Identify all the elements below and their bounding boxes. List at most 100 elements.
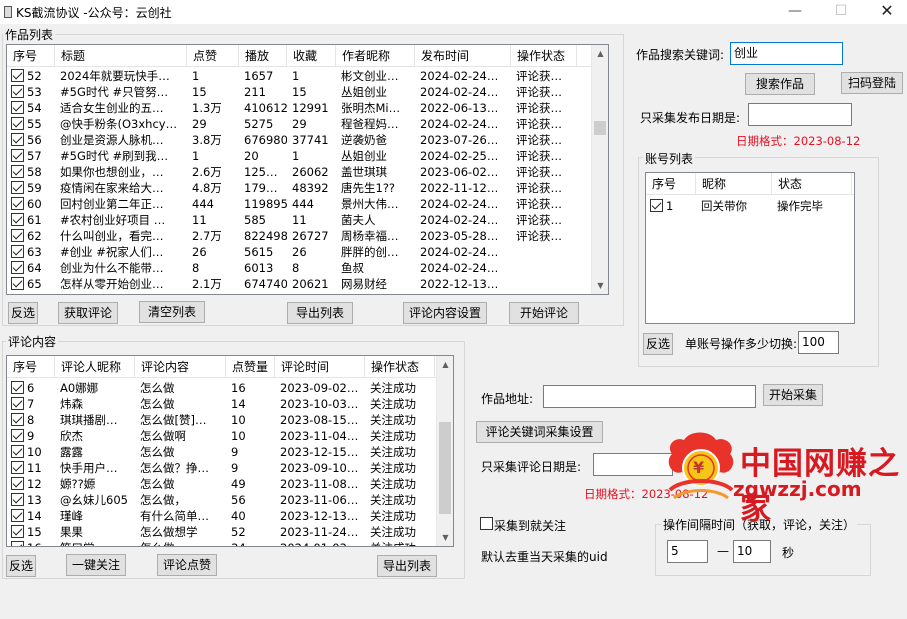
works-list[interactable]: 序号 标题 点赞 播放 收藏 作者昵称 发布时间 操作状态 52 2024年就要玩快手… 1 165… xyxy=(6,44,609,295)
comment-row[interactable]: 15 果果 怎么做想学 52 2023-11-24… 关注成功 xyxy=(7,524,435,540)
cell-评论内容: 怎么做 xyxy=(140,445,175,459)
column-header[interactable]: 作者昵称 xyxy=(336,45,415,67)
cell-评论人昵称: 炜森 xyxy=(60,397,83,411)
works-vertical-scrollbar[interactable]: ▲ ▼ xyxy=(591,45,608,294)
column-header[interactable]: 评论内容 xyxy=(135,356,226,378)
work-row[interactable]: 57 #5G时代 #刷到我… 1 20 1 丛姐创业 2024-02-25… 评论获… xyxy=(7,148,577,164)
column-header[interactable]: 点赞量 xyxy=(226,356,275,378)
comment-row[interactable]: 11 快手用户… 怎么做？挣… 9 2023-09-10… 关注成功 xyxy=(7,460,435,476)
scroll-up-arrow-icon[interactable]: ▲ xyxy=(592,45,608,62)
column-header[interactable]: 播放 xyxy=(239,45,287,67)
works-export-button[interactable]: 导出列表 xyxy=(287,302,353,324)
cell-点赞: 2.6万 xyxy=(192,165,222,179)
comment-row[interactable]: 16笑口常…怎么做342024-01-03…关注成功 xyxy=(7,540,435,546)
work-row[interactable]: 62 什么叫创业，看完… 2.7万 822498 26727 周杨幸福… 2023-05-2… xyxy=(7,228,577,244)
comment-row[interactable]: 13 @幺妹儿605 怎么做， 56 2023-11-06… 关注成功 xyxy=(7,492,435,508)
cell-评论时间: 2023-12-13… xyxy=(280,509,359,523)
column-header[interactable]: 昵称 xyxy=(696,173,772,195)
comment-date-input[interactable] xyxy=(593,453,673,476)
follow-on-collect-checkbox[interactable] xyxy=(480,517,493,530)
cell-播放: 822498 xyxy=(244,229,287,243)
cell-评论时间: 2024-01-03… xyxy=(275,540,365,546)
work-row[interactable]: 54 适合女生创业的五… 1.3万 410612 12991 张明杰Mi… 2022-06-… xyxy=(7,100,577,116)
work-row[interactable]: 63 #创业 #祝家人们… 26 5615 26 胖胖的创… 2024-02-24… xyxy=(7,244,577,260)
account-row[interactable]: 1 回关带你 操作完毕 xyxy=(646,198,852,214)
column-header[interactable]: 操作状态 xyxy=(365,356,435,378)
column-header[interactable]: 标题 xyxy=(55,45,187,67)
clear-list-button[interactable]: 清空列表 xyxy=(139,301,205,323)
get-comments-button[interactable]: 获取评论 xyxy=(58,302,118,324)
comment-row[interactable]: 7 炜森 怎么做 14 2023-10-03… 关注成功 xyxy=(7,396,435,412)
scan-login-button[interactable]: 扫码登陆 xyxy=(841,72,903,94)
cell-标题: 怎样从零开始创业… xyxy=(60,277,164,291)
interval-from-input[interactable]: 5 xyxy=(667,540,708,563)
column-header[interactable]: 发布时间 xyxy=(415,45,511,67)
scroll-down-arrow-icon[interactable]: ▼ xyxy=(592,277,608,294)
like-comments-button[interactable]: 评论点赞 xyxy=(157,554,217,576)
cell-点赞量: 14 xyxy=(231,397,246,411)
cell-评论内容: 怎么做 xyxy=(140,477,175,491)
scroll-thumb[interactable] xyxy=(594,121,606,135)
comment-row[interactable]: 12 嫄??嫄 怎么做 49 2023-11-08… 关注成功 xyxy=(7,476,435,492)
comment-row[interactable]: 8 琪琪播剧… 怎么做[赞]… 10 2023-08-15… 关注成功 xyxy=(7,412,435,428)
cell-点赞量: 16 xyxy=(231,381,246,395)
accounts-invert-button[interactable]: 反选 xyxy=(643,333,673,355)
publish-date-input[interactable] xyxy=(748,103,852,126)
work-row[interactable]: 52 2024年就要玩快手… 1 1657 1 彬文创业… 2024-02-24… 评论获… xyxy=(7,68,577,84)
column-header[interactable]: 操作状态 xyxy=(511,45,577,67)
cell-点赞: 1 xyxy=(192,69,200,83)
column-header[interactable]: 状态 xyxy=(772,173,852,195)
work-row[interactable]: 65 怎样从零开始创业… 2.1万 674740 20621 网易财经 2022-12-13… xyxy=(7,276,577,292)
work-row[interactable]: 61 #农村创业好项目 … 11 585 11 菌夫人 2024-02-24… 评论获… xyxy=(7,212,577,228)
start-comment-button[interactable]: 开始评论 xyxy=(509,302,579,324)
column-header[interactable]: 序号 xyxy=(7,356,55,378)
scroll-thumb[interactable] xyxy=(439,422,451,514)
column-header[interactable]: 收藏 xyxy=(287,45,336,67)
work-row[interactable]: 56 创业是资源人脉机… 3.8万 676980 37741 逆袭奶爸 2023-07-26… xyxy=(7,132,577,148)
work-row[interactable]: 60 回村创业第二年正… 444 119895 444 景州大伟… 2024-02-24… 评… xyxy=(7,196,577,212)
works-invert-button[interactable]: 反选 xyxy=(8,302,38,324)
comment-settings-button[interactable]: 评论内容设置 xyxy=(403,302,487,324)
comment-row[interactable]: 6 A0娜娜 怎么做 16 2023-09-02… 关注成功 xyxy=(7,380,435,396)
cell-播放: 1657 xyxy=(244,69,274,83)
close-button[interactable]: ✕ xyxy=(864,0,907,24)
work-url-input[interactable] xyxy=(543,385,756,408)
column-header[interactable]: 序号 xyxy=(7,45,55,67)
column-header[interactable]: 评论人昵称 xyxy=(55,356,135,378)
cell-序号: 64 xyxy=(27,261,42,275)
comment-row[interactable]: 10 露露 怎么做 9 2023-12-15… 关注成功 xyxy=(7,444,435,460)
cell-评论内容: 怎么做？挣… xyxy=(140,461,209,475)
keyword-collect-settings-button[interactable]: 评论关键词采集设置 xyxy=(476,421,603,443)
cell-作者昵称: 逆袭奶爸 xyxy=(341,133,387,147)
cell-操作状态: 关注成功 xyxy=(370,397,416,411)
switch-count-input[interactable]: 100 xyxy=(798,331,839,354)
works-list-header: 序号 标题 点赞 播放 收藏 作者昵称 发布时间 操作状态 xyxy=(7,45,593,67)
comments-invert-button[interactable]: 反选 xyxy=(6,555,36,577)
work-row[interactable]: 58 如果你也想创业，… 2.6万 125… 26062 盖世琪琪 2023-06-02… 评… xyxy=(7,164,577,180)
comments-export-button[interactable]: 导出列表 xyxy=(377,555,437,577)
work-row[interactable]: 64 创业为什么不能带… 8 6013 8 鱼叔 2024-02-24… xyxy=(7,260,577,276)
maximize-button[interactable]: ☐ xyxy=(818,0,864,24)
cell-序号: 11 xyxy=(27,461,42,475)
scroll-down-arrow-icon[interactable]: ▼ xyxy=(437,529,453,546)
comments-vertical-scrollbar[interactable]: ▲ ▼ xyxy=(436,356,453,546)
comments-list[interactable]: 序号 评论人昵称 评论内容 点赞量 评论时间 操作状态 6 A0娜娜 怎么做 16 2023-09… xyxy=(6,355,454,547)
scroll-up-arrow-icon[interactable]: ▲ xyxy=(437,356,453,373)
follow-all-button[interactable]: 一键关注 xyxy=(66,554,126,576)
search-works-button[interactable]: 搜索作品 xyxy=(745,73,815,95)
work-row[interactable]: 59 疫情闲在家来给大… 4.8万 179… 48392 唐先生1?? 2022-11-12… xyxy=(7,180,577,196)
keyword-input[interactable]: 创业 xyxy=(730,42,843,65)
start-collect-button[interactable]: 开始采集 xyxy=(763,384,823,406)
cell-序号: 63 xyxy=(27,245,42,259)
interval-to-input[interactable]: 10 xyxy=(733,540,771,563)
work-row[interactable]: 53 #5G时代 #只管努… 15 211 15 丛姐创业 2024-02-24… 评论获… xyxy=(7,84,577,100)
column-header[interactable]: 序号 xyxy=(646,173,696,195)
cell-作者昵称: 菌夫人 xyxy=(341,213,376,227)
column-header[interactable]: 评论时间 xyxy=(275,356,365,378)
comment-row[interactable]: 9 欣杰 怎么做啊 10 2023-11-04… 关注成功 xyxy=(7,428,435,444)
minimize-button[interactable]: — xyxy=(772,0,818,24)
accounts-list[interactable]: 序号 昵称 状态 1 回关带你 操作完毕 xyxy=(645,172,855,324)
comment-row[interactable]: 14 瑾峰 有什么简单… 40 2023-12-13… 关注成功 xyxy=(7,508,435,524)
work-row[interactable]: 55 @快手粉条(O3xhcy… 29 5275 29 程爸程妈… 2024-02-24… 评… xyxy=(7,116,577,132)
column-header[interactable]: 点赞 xyxy=(187,45,239,67)
